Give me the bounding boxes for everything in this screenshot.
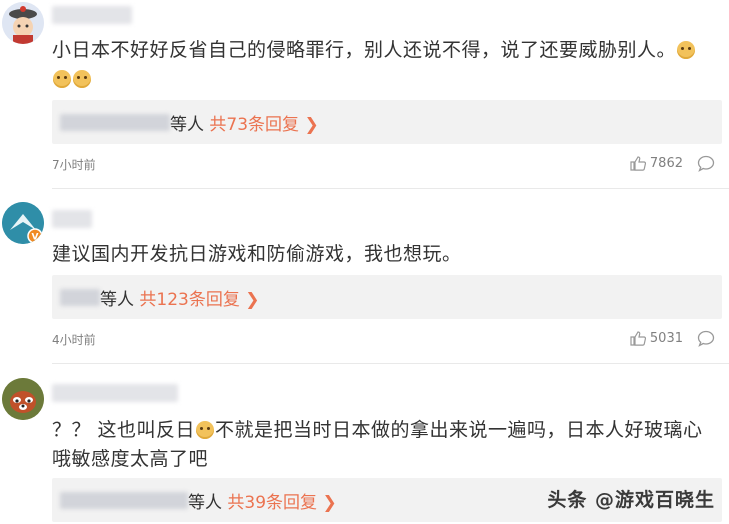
divider [52,188,729,189]
like-count: 7862 [649,156,683,171]
reply-suffix: 等人 [170,115,204,135]
avatar[interactable] [2,2,44,44]
username-blurred[interactable] [52,210,92,228]
reply-preview[interactable]: 等人 共73条回复 ❯ [52,100,722,144]
doge-emoji-icon [73,70,91,88]
teal-logo-icon: V [2,202,44,244]
reply-icon[interactable] [697,330,715,347]
thumbs-up-icon [630,156,646,171]
doge-emoji-icon [53,70,71,88]
timestamp: 4小时前 [52,333,96,347]
comment-text: 建议国内开发抗日游戏和防偷游戏，我也想玩。 [52,243,462,265]
toutiao-watermark: 头条 @游戏百晓生 [547,489,715,511]
like-button[interactable]: 5031 [630,331,683,346]
doge-emoji-icon [677,41,696,59]
username-blurred[interactable] [52,384,178,402]
reply-usernames-blurred [60,492,188,509]
svg-text:V: V [32,233,39,243]
reply-suffix: 等人 [188,493,222,513]
view-replies-link[interactable]: 共123条回复 ❯ [139,290,259,310]
shocked-emoji-icon [196,421,215,439]
like-button[interactable]: 7862 [630,156,683,171]
view-replies-link[interactable]: 共39条回复 ❯ [227,493,336,513]
like-count: 5031 [649,331,683,346]
reply-summary: 等人 共73条回复 ❯ [170,110,319,135]
username-blurred[interactable] [52,6,132,24]
reply-usernames-blurred [60,289,100,306]
avatar[interactable] [2,378,44,420]
reply-summary: 等人 共123条回复 ❯ [100,285,260,310]
comment-text: ？？ 这也叫反日 不就是把当时日本做的拿出来说一遍吗，日本人好玻璃心 哦敏感度太高… [52,419,703,470]
reply-suffix: 等人 [100,290,134,310]
avatar[interactable]: V [2,202,44,244]
reply-preview[interactable]: 等人 共123条回复 ❯ [52,275,722,319]
timestamp: 7小时前 [52,158,96,172]
reply-usernames-blurred [60,114,170,131]
comment-text: 小日本不好好反省自己的侵略罪行，别人还说不得，说了还要威胁别人。 [52,36,709,94]
reply-icon[interactable] [697,155,715,172]
reply-summary: 等人 共39条回复 ❯ [188,488,337,513]
divider [52,363,729,364]
view-replies-link[interactable]: 共73条回复 ❯ [209,115,318,135]
qing-official-hat-icon [2,2,44,44]
thumbs-up-icon [630,331,646,346]
red-panda-icon [2,378,44,420]
